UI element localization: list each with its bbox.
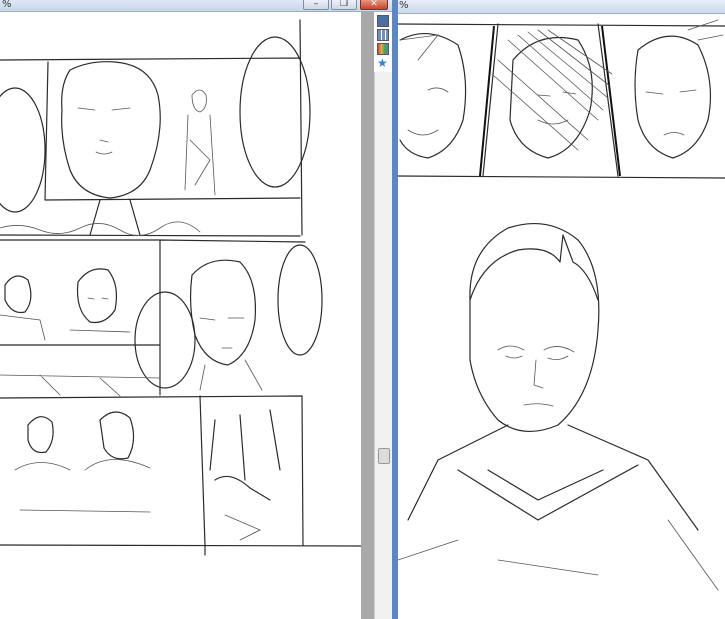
- right-drawing-canvas[interactable]: [398, 14, 725, 619]
- star-icon[interactable]: ★: [377, 57, 389, 69]
- color-palette-icon[interactable]: [377, 43, 389, 55]
- right-sketch-window[interactable]: %: [398, 0, 725, 619]
- left-title-bar[interactable]: % – ❐ ✕: [0, 0, 392, 12]
- layers-icon[interactable]: [377, 15, 389, 27]
- character-sketch: [398, 19, 725, 591]
- right-title-bar[interactable]: %: [398, 0, 725, 14]
- left-sketch-window[interactable]: % – ❐ ✕ ★: [0, 0, 392, 619]
- minimize-button[interactable]: –: [303, 0, 329, 10]
- left-dark-scroll-gutter[interactable]: [361, 12, 374, 619]
- restore-button[interactable]: ❐: [331, 0, 357, 10]
- grid-icon[interactable]: [377, 29, 389, 41]
- tool-palette: ★: [374, 12, 392, 72]
- left-zoom-indicator: %: [2, 0, 12, 10]
- right-zoom-indicator: %: [399, 0, 409, 11]
- manga-page-sketch: [0, 19, 361, 556]
- close-button[interactable]: ✕: [360, 0, 388, 10]
- left-drawing-canvas[interactable]: [0, 12, 361, 619]
- desktop: % – ❐ ✕ ★ %: [0, 0, 725, 619]
- vertical-scrollbar[interactable]: [374, 72, 392, 619]
- scrollbar-thumb[interactable]: [378, 448, 390, 464]
